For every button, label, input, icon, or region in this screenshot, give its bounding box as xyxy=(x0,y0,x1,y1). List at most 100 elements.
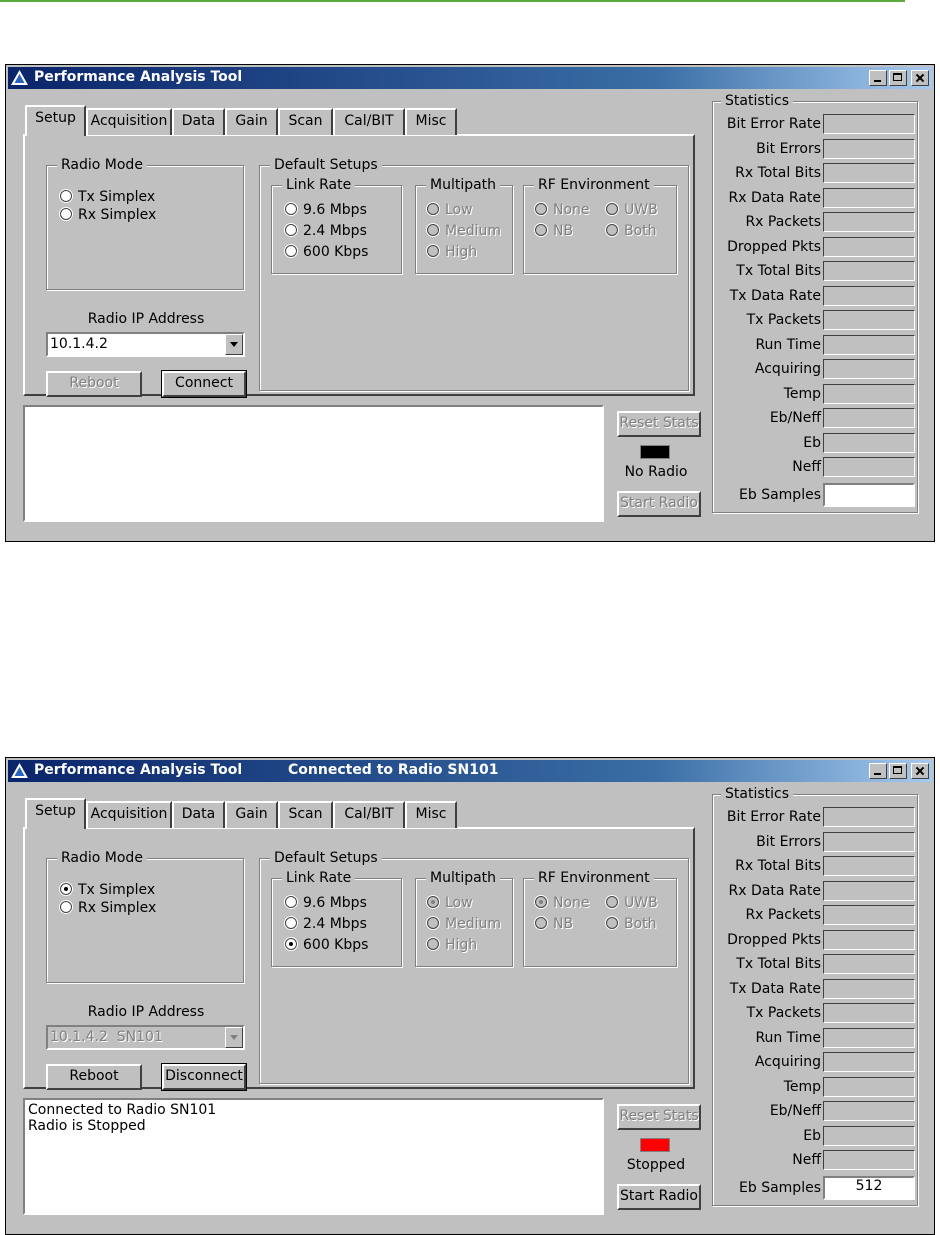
radio-medium[interactable]: Medium xyxy=(427,916,501,932)
stat-label-eb-samples: Eb Samples xyxy=(739,487,821,503)
stat-value-tx-packets xyxy=(823,310,915,330)
reset-stats-button[interactable]: Reset Stats xyxy=(617,1104,701,1130)
radio-medium[interactable]: Medium xyxy=(427,223,501,239)
eb-samples-input[interactable]: 512 xyxy=(823,1176,915,1200)
stat-value-rx-packets xyxy=(823,212,915,232)
tab-data[interactable]: Data xyxy=(172,108,225,135)
radio-9-6-mbps[interactable]: 9.6 Mbps xyxy=(285,202,367,218)
start-radio-button[interactable]: Start Radio xyxy=(617,1184,701,1210)
tab-acquisition[interactable]: Acquisition xyxy=(86,108,172,135)
start-radio-button[interactable]: Start Radio xyxy=(617,491,701,517)
stat-label-rx-data-rate: Rx Data Rate xyxy=(728,190,821,206)
radio-none[interactable]: None xyxy=(535,202,590,218)
tab-acquisition[interactable]: Acquisition xyxy=(86,801,172,828)
tab-cal-bit[interactable]: Cal/BIT xyxy=(333,801,405,828)
radio-button-icon xyxy=(606,896,618,908)
stat-value-eb xyxy=(823,1126,915,1146)
radio-high[interactable]: High xyxy=(427,244,477,260)
radio-rx-simplex[interactable]: Rx Simplex xyxy=(60,900,156,916)
title-bar[interactable]: Performance Analysis Tool xyxy=(8,67,932,89)
reboot-button[interactable]: Reboot xyxy=(46,371,142,397)
radio-ip-select[interactable]: 10.1.4.2 SN101 xyxy=(46,1025,245,1050)
tab-misc[interactable]: Misc xyxy=(405,801,457,828)
stat-label-dropped-pkts: Dropped Pkts xyxy=(727,932,821,948)
default-setups-legend: Default Setups xyxy=(270,157,382,173)
minimize-icon[interactable] xyxy=(869,763,887,779)
stat-label-eb-samples: Eb Samples xyxy=(739,1180,821,1196)
disconnect-button[interactable]: Disconnect xyxy=(161,1063,247,1091)
stat-label-tx-data-rate: Tx Data Rate xyxy=(729,981,821,997)
chevron-down-icon[interactable] xyxy=(225,1027,243,1048)
radio-button-icon xyxy=(535,203,547,215)
radio-label: NB xyxy=(553,223,574,239)
app-logo-icon xyxy=(11,763,28,778)
multipath-group: Multipath Low Medium High xyxy=(415,870,513,967)
radio-600-kbps[interactable]: 600 Kbps xyxy=(285,937,368,953)
radio-nb[interactable]: NB xyxy=(535,223,573,239)
radio-mode-group: Radio Mode Tx Simplex Rx Simplex xyxy=(46,850,244,983)
stat-label-eb: Eb xyxy=(803,435,821,451)
stat-value-bit-error-rate xyxy=(823,114,915,134)
app-logo-icon xyxy=(11,70,28,85)
stat-value-tx-data-rate xyxy=(823,979,915,999)
radio-high[interactable]: High xyxy=(427,937,477,953)
radio-600-kbps[interactable]: 600 Kbps xyxy=(285,244,368,260)
tab-gain[interactable]: Gain xyxy=(225,108,278,135)
tab-setup[interactable]: Setup xyxy=(25,105,86,136)
radio-uwb[interactable]: UWB xyxy=(606,895,658,911)
radio-status-indicator xyxy=(640,1138,670,1152)
radio-low[interactable]: Low xyxy=(427,895,473,911)
connect-button[interactable]: Connect xyxy=(161,370,247,398)
tab-setup[interactable]: Setup xyxy=(25,798,86,829)
radio-label: High xyxy=(445,244,478,260)
stat-label-bit-errors: Bit Errors xyxy=(756,834,821,850)
stat-value-rx-total-bits xyxy=(823,163,915,183)
radio-9-6-mbps[interactable]: 9.6 Mbps xyxy=(285,895,367,911)
radio-tx-simplex[interactable]: Tx Simplex xyxy=(60,189,155,205)
tab-cal-bit[interactable]: Cal/BIT xyxy=(333,108,405,135)
tab-scan[interactable]: Scan xyxy=(278,108,333,135)
message-log xyxy=(23,405,604,522)
rf-environment-group: RF Environment None UWB NB Both xyxy=(523,177,677,274)
radio-both[interactable]: Both xyxy=(606,223,657,239)
radio-ip-select[interactable]: 10.1.4.2 xyxy=(46,332,245,357)
radio-rx-simplex[interactable]: Rx Simplex xyxy=(60,207,156,223)
stat-value-tx-total-bits xyxy=(823,261,915,281)
stat-label-rx-packets: Rx Packets xyxy=(745,214,821,230)
radio-2-4-mbps[interactable]: 2.4 Mbps xyxy=(285,916,367,932)
radio-button-icon xyxy=(285,917,297,929)
radio-button-icon xyxy=(535,917,547,929)
radio-mode-legend: Radio Mode xyxy=(57,157,147,173)
statistics-group: Statistics Bit Error Rate Bit Errors Rx … xyxy=(712,93,918,513)
reset-stats-button[interactable]: Reset Stats xyxy=(617,411,701,437)
radio-uwb[interactable]: UWB xyxy=(606,202,658,218)
radio-2-4-mbps[interactable]: 2.4 Mbps xyxy=(285,223,367,239)
stat-value-rx-total-bits xyxy=(823,856,915,876)
radio-label: 2.4 Mbps xyxy=(303,223,367,239)
tab-gain[interactable]: Gain xyxy=(225,801,278,828)
radio-label: NB xyxy=(553,916,574,932)
tab-data[interactable]: Data xyxy=(172,801,225,828)
minimize-icon[interactable] xyxy=(869,70,887,86)
chevron-down-icon[interactable] xyxy=(225,334,243,355)
tab-misc[interactable]: Misc xyxy=(405,108,457,135)
radio-low[interactable]: Low xyxy=(427,202,473,218)
stat-label-eb: Eb xyxy=(803,1128,821,1144)
radio-mode-legend: Radio Mode xyxy=(57,850,147,866)
maximize-icon[interactable] xyxy=(889,70,907,86)
eb-samples-input[interactable] xyxy=(823,483,915,507)
maximize-icon[interactable] xyxy=(889,763,907,779)
radio-tx-simplex[interactable]: Tx Simplex xyxy=(60,882,155,898)
radio-button-icon xyxy=(427,896,439,908)
reboot-button[interactable]: Reboot xyxy=(46,1064,142,1090)
default-setups-legend: Default Setups xyxy=(270,850,382,866)
title-bar[interactable]: Performance Analysis Tool Connected to R… xyxy=(8,760,932,782)
close-icon[interactable] xyxy=(911,763,929,779)
radio-label: UWB xyxy=(624,895,658,911)
radio-both[interactable]: Both xyxy=(606,916,657,932)
tab-scan[interactable]: Scan xyxy=(278,801,333,828)
close-icon[interactable] xyxy=(911,70,929,86)
radio-nb[interactable]: NB xyxy=(535,916,573,932)
radio-none[interactable]: None xyxy=(535,895,590,911)
stat-value-rx-data-rate xyxy=(823,188,915,208)
